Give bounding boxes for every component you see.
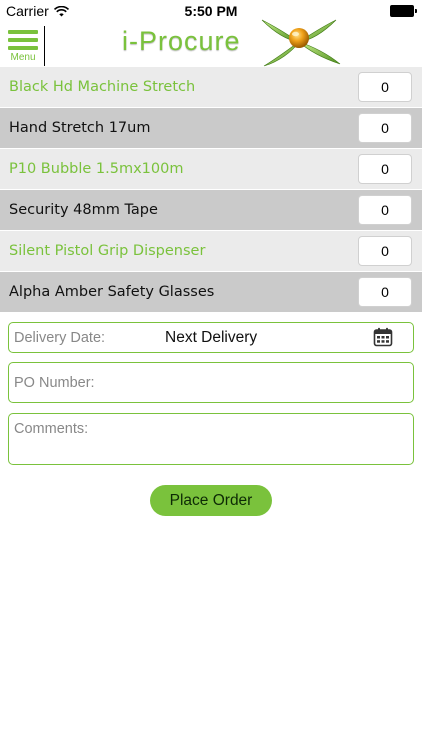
- battery-icon: [390, 5, 417, 17]
- product-name: Hand Stretch 17um: [9, 120, 151, 136]
- quantity-input[interactable]: [358, 113, 412, 143]
- product-row: Black Hd Machine Stretch: [0, 67, 422, 108]
- calendar-icon[interactable]: [373, 327, 393, 347]
- quantity-input[interactable]: [358, 72, 412, 102]
- place-order-button[interactable]: Place Order: [150, 485, 272, 516]
- delivery-date-field[interactable]: Delivery Date: Next Delivery: [8, 322, 414, 353]
- quantity-input[interactable]: [358, 195, 412, 225]
- app-screen: Carrier 5:50 PM Menu i-Procure Black Hd …: [0, 0, 422, 750]
- product-row: Security 48mm Tape: [0, 190, 422, 231]
- app-header: Menu i-Procure: [0, 19, 422, 67]
- product-list: Black Hd Machine Stretch Hand Stretch 17…: [0, 67, 422, 313]
- logo-text: i-Procure: [122, 26, 241, 56]
- product-row: P10 Bubble 1.5mx100m: [0, 149, 422, 190]
- product-name: P10 Bubble 1.5mx100m: [9, 161, 184, 177]
- product-name: Alpha Amber Safety Glasses: [9, 284, 215, 300]
- delivery-date-label: Delivery Date:: [14, 330, 106, 346]
- quantity-input[interactable]: [358, 236, 412, 266]
- status-time: 5:50 PM: [184, 3, 238, 19]
- menu-icon-bar: [8, 46, 38, 50]
- menu-icon-bar: [8, 38, 38, 42]
- product-row: Alpha Amber Safety Glasses: [0, 272, 422, 313]
- product-name: Security 48mm Tape: [9, 202, 158, 218]
- menu-label: Menu: [10, 52, 36, 63]
- menu-button[interactable]: Menu: [4, 26, 45, 66]
- app-logo: i-Procure: [120, 19, 350, 67]
- quantity-input[interactable]: [358, 277, 412, 307]
- po-number-input[interactable]: [14, 372, 404, 394]
- product-row: Hand Stretch 17um: [0, 108, 422, 149]
- product-row: Silent Pistol Grip Dispenser: [0, 231, 422, 272]
- delivery-date-value[interactable]: Next Delivery: [165, 329, 257, 347]
- product-name: Silent Pistol Grip Dispenser: [9, 243, 206, 259]
- comments-field: [8, 413, 414, 465]
- product-name: Black Hd Machine Stretch: [9, 79, 196, 95]
- comments-input[interactable]: [14, 421, 404, 459]
- menu-icon: [8, 30, 38, 34]
- logo-mark-icon: [261, 19, 341, 67]
- status-bar: Carrier 5:50 PM: [0, 0, 422, 22]
- po-number-field: [8, 362, 414, 403]
- quantity-input[interactable]: [358, 154, 412, 184]
